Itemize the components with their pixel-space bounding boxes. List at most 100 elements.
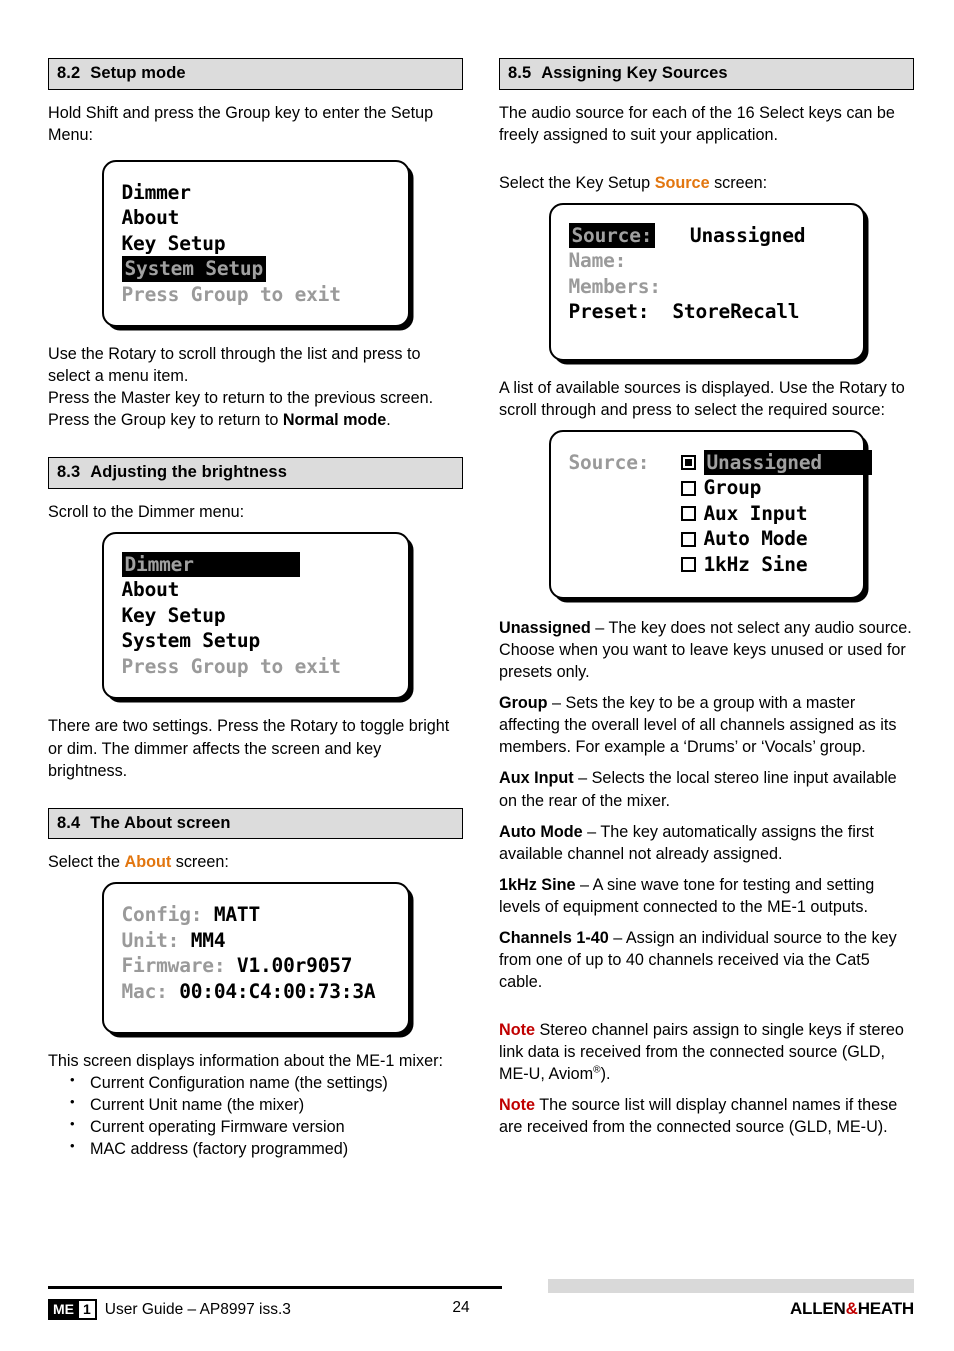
lcd-field-label: Source: <box>568 450 650 474</box>
lcd-wrap-setup-menu: Dimmer About Key Setup System Setup Pres… <box>48 159 463 328</box>
note-text: ). <box>600 1064 611 1083</box>
lcd-wrap-about: Config: MATT Unit: MM4 Firmware: V1.00r9… <box>48 882 463 1035</box>
lcd-row-selected: System Setup <box>121 256 392 282</box>
lcd-row-firmware: Firmware: V1.00r9057 <box>122 953 392 979</box>
lcd-row-text: System Setup <box>121 629 261 653</box>
paragraph-about-intro: Select the About screen: <box>48 851 463 873</box>
lcd-field-label-highlighted: Source: <box>568 222 656 249</box>
source-option-row[interactable]: Auto Mode <box>569 526 847 552</box>
note-channel-names: Note The source list will display channe… <box>499 1094 914 1138</box>
text-fragment: Select the <box>48 853 125 872</box>
definition-aux-input: Aux Input – Selects the local stereo lin… <box>499 767 914 811</box>
note-text: Stereo channel pairs assign to single ke… <box>499 1020 904 1083</box>
definition-1khz-sine: 1kHz Sine – A sine wave tone for testing… <box>499 874 914 918</box>
checkbox-icon[interactable] <box>680 531 696 547</box>
text-fragment: . <box>386 411 391 430</box>
about-info-list: Current Configuration name (the settings… <box>48 1071 463 1160</box>
checkbox-icon[interactable] <box>680 455 696 471</box>
section-heading-8-2: 8.2 Setup mode <box>48 58 463 90</box>
list-item: Current operating Firmware version <box>68 1115 463 1138</box>
definition-term: Auto Mode <box>499 822 583 841</box>
lcd-field-label: Firmware: <box>121 954 226 978</box>
note-text: The source list will display channel nam… <box>499 1095 898 1136</box>
source-option-label: Unassigned <box>703 449 872 476</box>
lcd-row-text-highlighted: Dimmer <box>121 551 300 578</box>
text-bold-normal-mode: Normal mode <box>282 411 387 430</box>
lcd-row-text-highlighted: System Setup <box>121 256 266 282</box>
footer-page-number: 24 <box>452 1299 470 1316</box>
paragraph-dimmer-settings: There are two settings. Press the Rotary… <box>48 717 450 780</box>
source-option-row[interactable]: Group <box>569 475 847 501</box>
lcd-field-label: Unit: <box>121 928 180 952</box>
paragraph-rotary-use: Use the Rotary to scroll through the lis… <box>48 345 421 386</box>
section-number: 8.3 <box>57 463 81 482</box>
accent-source-label: Source <box>654 173 710 192</box>
definition-auto-mode: Auto Mode – The key automatically assign… <box>499 821 914 865</box>
document-page: 8.2 Setup mode Hold Shift and press the G… <box>0 0 954 1351</box>
list-item: MAC address (factory programmed) <box>68 1137 463 1160</box>
setup-menu-screen: Dimmer About Key Setup System Setup Pres… <box>101 159 410 328</box>
paragraph-dimmer-intro: Scroll to the Dimmer menu: <box>48 502 245 521</box>
source-option-row[interactable]: Source: Unassigned <box>568 449 872 476</box>
left-column: 8.2 Setup mode Hold Shift and press the G… <box>48 58 463 1160</box>
lcd-field-value: 00:04:C4:00:73:3A <box>179 979 376 1003</box>
page-footer: ME 1 User Guide – AP8997 iss.3 24 ALLEN&… <box>48 1279 914 1336</box>
lcd-row-text: Key Setup <box>121 231 226 255</box>
section-title: The About screen <box>90 813 231 832</box>
lcd-row: Key Setup <box>122 603 392 629</box>
text-fragment: screen: <box>171 853 229 872</box>
source-list-screen: Source: Unassigned Group Aux Input Auto … <box>548 429 872 600</box>
checkbox-icon[interactable] <box>680 557 696 573</box>
lcd-row-source: Source: Unassigned <box>568 222 847 249</box>
list-item: Current Configuration name (the settings… <box>68 1071 463 1094</box>
lcd-row-preset: Preset: StoreRecall <box>569 299 847 325</box>
lcd-field-label: Name: <box>568 249 627 273</box>
text-fragment: Select the Key Setup <box>499 173 655 192</box>
lcd-field-value: MATT <box>213 903 260 927</box>
section-title: Assigning Key Sources <box>541 64 728 82</box>
footer-rule-grey <box>548 1279 914 1293</box>
lcd-wrap-source-list: Source: Unassigned Group Aux Input Auto … <box>499 429 914 600</box>
lcd-field-value: MM4 <box>190 928 226 952</box>
definition-channels: Channels 1-40 – Assign an individual sou… <box>499 927 914 993</box>
definition-unassigned: Unassigned – The key does not select any… <box>499 617 914 683</box>
paragraph-select-source-screen: Select the Key Setup Source screen: <box>499 172 914 194</box>
definition-term: Unassigned <box>499 619 591 638</box>
lcd-row-hint: Press Group to exit <box>122 654 392 680</box>
brand-heath: HEATH <box>857 1299 914 1318</box>
lcd-wrap-key-setup: Source: Unassigned Name: Members: Preset… <box>499 202 914 361</box>
two-column-layout: 8.2 Setup mode Hold Shift and press the G… <box>48 58 914 1160</box>
source-option-label: Aux Input <box>703 501 808 525</box>
lcd-row: About <box>122 205 392 231</box>
source-option-label: Auto Mode <box>703 527 808 551</box>
source-option-row[interactable]: 1kHz Sine <box>569 552 847 578</box>
registered-mark: ® <box>593 1064 601 1076</box>
lcd-field-label: Preset: <box>568 300 650 324</box>
section-title: Setup mode <box>90 64 186 82</box>
lcd-row-config: Config: MATT <box>122 902 392 928</box>
lcd-field-label: Members: <box>568 274 662 298</box>
paragraph-key-sources-intro: The audio source for each of the 16 Sele… <box>499 103 895 144</box>
list-item: Current Unit name (the mixer) <box>68 1093 463 1116</box>
source-option-label: Group <box>703 476 762 500</box>
source-option-label: 1kHz Sine <box>703 552 808 576</box>
brand-allen: ALLEN <box>789 1299 846 1318</box>
lcd-row: Key Setup <box>122 231 392 257</box>
lcd-field-label: Mac: <box>121 979 168 1003</box>
source-option-row[interactable]: Aux Input <box>569 501 847 527</box>
lcd-row-members: Members: <box>569 274 847 300</box>
definition-group: Group – Sets the key to be a group with … <box>499 692 914 758</box>
lcd-field-value: Unassigned <box>689 223 806 247</box>
list-item-label: MAC address (factory programmed) <box>90 1140 349 1159</box>
paragraph-source-list-intro: A list of available sources is displayed… <box>499 378 905 419</box>
list-item-label: Current operating Firmware version <box>90 1118 345 1137</box>
checkbox-icon[interactable] <box>680 506 696 522</box>
checkbox-icon[interactable] <box>680 480 696 496</box>
lcd-row: About <box>122 577 392 603</box>
lcd-row-text: About <box>121 206 180 230</box>
section-number: 8.2 <box>57 64 81 82</box>
list-item-label: Current Unit name (the mixer) <box>90 1096 305 1115</box>
lcd-row-text: Key Setup <box>121 603 226 627</box>
accent-about-label: About <box>124 853 172 872</box>
lcd-row: Dimmer <box>122 180 392 206</box>
